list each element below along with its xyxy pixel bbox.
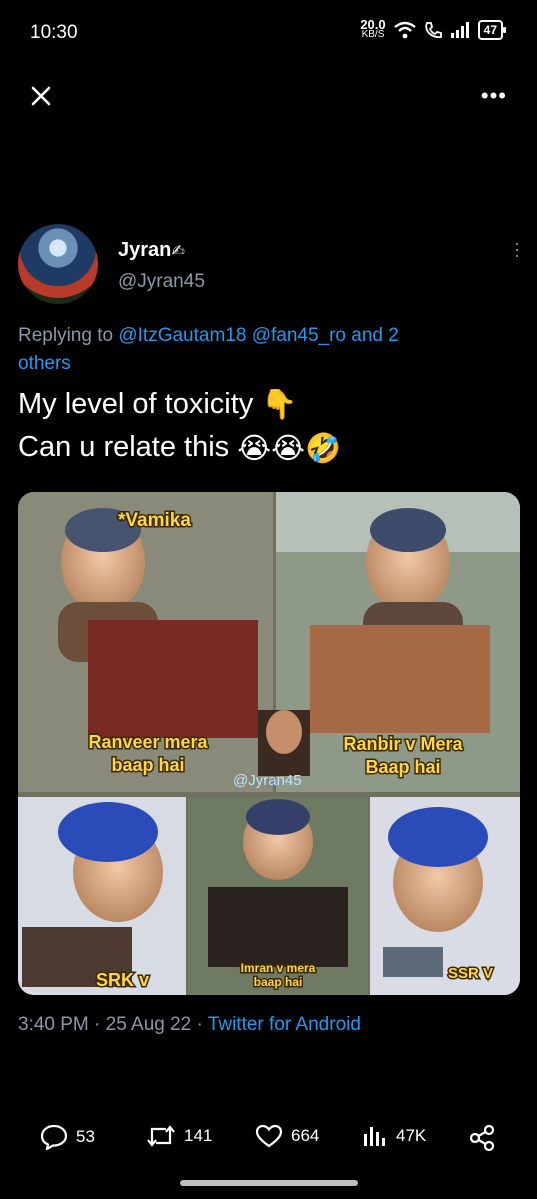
caption-ssr: SSR V [448,965,493,982]
mention-link-1[interactable]: @ItzGautam18 [118,325,246,346]
tweet-media-image[interactable]: *Vamika Ranveer mera baap hai Ranbir v M… [18,492,520,995]
views-button[interactable]: 47K [362,1124,426,1148]
mention-link-2[interactable]: @fan45_ro [252,325,346,346]
wifi-icon [393,21,416,39]
signal-icon [450,22,469,38]
retweet-count: 141 [184,1126,213,1145]
home-indicator[interactable] [180,1180,358,1186]
reply-button[interactable]: 53 [40,1124,95,1150]
like-count: 664 [291,1126,320,1145]
clock: 10:30 [30,22,78,43]
like-button[interactable]: 664 [255,1124,319,1148]
caption-srk: SRK v [96,970,149,990]
caption-imran-line-2: baap hai [254,975,303,989]
crying-laughing-emojis: 😭😭🤣 [237,432,342,465]
tweet-options-icon[interactable]: · · · [514,234,520,264]
replying-prefix: Replying to [18,325,114,346]
reply-count: 53 [76,1127,95,1146]
caption-vamika: *Vamika [118,510,191,531]
close-icon[interactable] [28,83,54,109]
heart-icon [255,1124,283,1148]
share-button[interactable] [468,1124,496,1152]
net-speed-unit: KB/S [361,29,385,40]
reply-icon [40,1124,68,1150]
pointing-down-emoji: 👇 [261,389,298,422]
net-speed: 20.0 KB/S [360,18,385,40]
tweet-text: My level of toxicity 👇 Can u relate this… [18,383,518,470]
tweet-text-line-1: My level of toxicity 👇 [18,383,518,426]
tweet-text-line-1-text: My level of toxicity [18,388,254,420]
watermark: @Jyran45 [233,772,302,789]
tweet-text-line-2: Can u relate this 😭😭🤣 [18,426,518,469]
author-handle[interactable]: @Jyran45 [118,271,205,293]
battery-icon: 47 [477,20,507,40]
retweet-icon [147,1125,175,1147]
caption-ranveer-line-2: baap hai [111,755,184,775]
views-count: 47K [396,1126,427,1145]
meme-collage: *Vamika Ranveer mera baap hai Ranbir v M… [18,492,520,995]
source-link[interactable]: Twitter for Android [208,1014,361,1035]
caption-imran-line-1: Imran v mera [241,961,316,975]
replying-to: Replying to @ItzGautam18 @fan45_ro and 2… [18,322,498,378]
timestamp-time: 3:40 PM [18,1014,89,1035]
more-icon[interactable]: ••• [481,83,507,109]
author-name-emoji: ✍ [171,243,185,260]
tweet-text-line-2-text: Can u relate this [18,431,230,464]
status-bar: 10:30 20.0 KB/S 47 [0,0,537,70]
caption-ranveer-line-1: Ranveer mera [88,732,208,752]
system-icons: 20.0 KB/S 47 [360,18,507,40]
views-icon [364,1127,385,1146]
caption-ranbir-line-1: Ranbir v Mera [343,734,463,754]
call-icon [424,22,442,39]
timestamp-date: 25 Aug 22 [105,1014,192,1035]
share-icon [469,1124,495,1152]
avatar[interactable] [18,224,98,304]
others-link-and[interactable]: and 2 [351,325,399,346]
author-name-text: Jyran [118,239,172,261]
action-bar: 53 141 664 47K [0,1124,537,1158]
author-name[interactable]: Jyran✍ [118,239,185,262]
retweet-button[interactable]: 141 [146,1124,212,1148]
tweet-metadata: 3:40 PM · 25 Aug 22 · Twitter for Androi… [18,1014,361,1035]
caption-ranbir-line-2: Baap hai [365,757,440,777]
others-link[interactable]: others [18,353,71,374]
top-bar: ••• [0,75,537,115]
